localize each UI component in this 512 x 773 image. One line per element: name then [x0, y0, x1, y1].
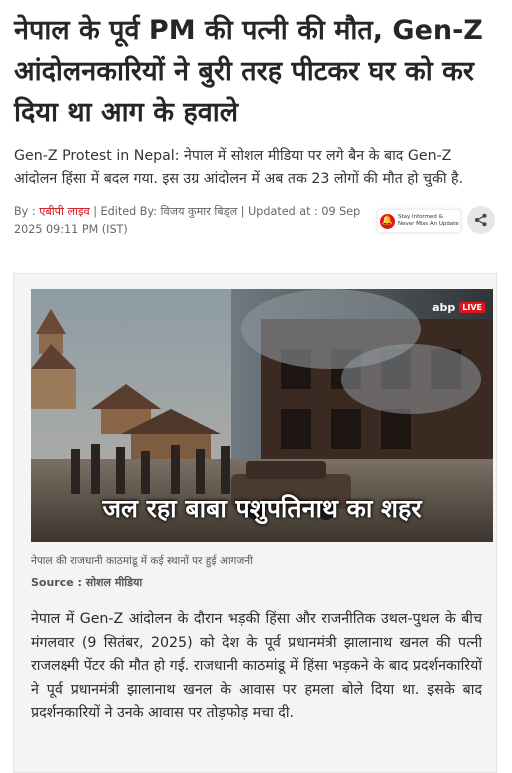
article-content-card: abp LIVE जल रहा बाबा पशुपतिनाथ का शहर ने…	[13, 273, 497, 773]
live-badge: LIVE	[459, 302, 485, 313]
article-meta: By : एबीपी लाइव | Edited By: विजय कुमार …	[0, 203, 512, 247]
bell-icon: 🔔	[380, 213, 395, 229]
share-button[interactable]	[467, 206, 495, 234]
hero-overlay-text: जल रहा बाबा पशुपतिनाथ का शहर	[102, 494, 422, 523]
byline-source-link[interactable]: एबीपी लाइव	[39, 205, 89, 218]
byline: By : एबीपी लाइव | Edited By: विजय कुमार …	[14, 203, 364, 239]
share-icon	[475, 213, 487, 227]
channel-logo: abp LIVE	[432, 301, 485, 314]
abp-logo-text: abp	[432, 301, 456, 314]
hero-image[interactable]: abp LIVE जल रहा बाबा पशुपतिनाथ का शहर	[31, 289, 493, 542]
article-headline: नेपाल के पूर्व PM की पत्नी की मौत, Gen-Z…	[14, 15, 483, 128]
image-source: Source : सोशल मीडिया	[31, 576, 143, 589]
article-summary: Gen-Z Protest in Nepal: नेपाल में सोशल म…	[14, 148, 464, 187]
image-caption: नेपाल की राजधानी काठमांडू में कई स्थानों…	[31, 555, 253, 567]
notification-subscribe-button[interactable]: 🔔 Stay Informed & Never Miss An Update	[377, 209, 461, 233]
byline-label: By :	[14, 205, 40, 218]
notify-text: Stay Informed & Never Miss An Update	[398, 214, 459, 227]
article-body: नेपाल में Gen-Z आंदोलन के दौरान भड़की हि…	[31, 611, 482, 721]
